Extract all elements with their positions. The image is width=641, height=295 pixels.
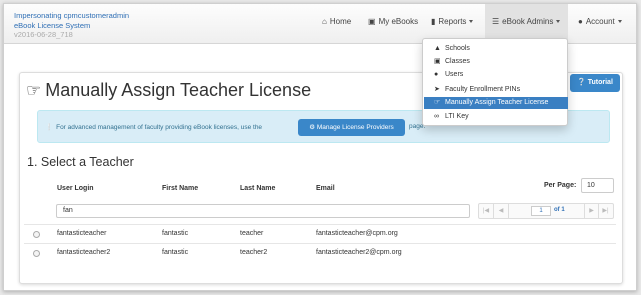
section-title: 1. Select a Teacher <box>27 155 134 169</box>
brand: Impersonating cpmcustomeradmin eBook Lic… <box>14 11 129 40</box>
menu-item-label: Classes <box>445 58 470 65</box>
menu-item-users[interactable]: ● Users <box>424 69 568 81</box>
tutorial-button[interactable]: ❔ Tutorial <box>570 74 620 92</box>
hand-pointer-icon: ☞ <box>26 81 42 100</box>
link-icon: ∞ <box>434 113 439 120</box>
page-count-label: of 1 <box>554 207 565 213</box>
browser-window: Impersonating cpmcustomeradmin eBook Lic… <box>3 3 637 291</box>
chevron-down-icon <box>556 20 561 24</box>
cell-last-name: teacher2 <box>240 249 268 256</box>
nav-my-ebooks[interactable]: ▣ My eBooks <box>368 17 418 26</box>
chevron-down-icon <box>469 20 474 24</box>
version-label: v2016-06-28_718 <box>14 30 73 39</box>
user-login-filter-input[interactable]: fan <box>56 204 470 218</box>
alert-message: ❕ For advanced management of faculty prov… <box>45 123 262 131</box>
cell-email: fantasticteacher@cpm.org <box>316 230 398 237</box>
column-header-first-name[interactable]: First Name <box>162 185 198 192</box>
nav-home[interactable]: ⌂ Home <box>322 17 351 26</box>
row-radio-button[interactable] <box>33 250 40 257</box>
per-page-input[interactable]: 10 <box>581 178 614 193</box>
user-icon: ● <box>578 17 583 26</box>
gear-icon: ⚙ <box>309 124 316 131</box>
chevron-down-icon <box>617 20 622 24</box>
info-icon: ❕ <box>45 124 54 131</box>
menu-item-schools[interactable]: ▲ Schools <box>424 43 568 55</box>
table-row[interactable]: fantasticteacher2 fantastic teacher2 fan… <box>24 243 616 263</box>
bar-chart-icon: ▮ <box>431 17 436 26</box>
nav-ebook-admins-label: eBook Admins <box>502 17 554 26</box>
menu-item-manually-assign-teacher-license[interactable]: ☞ Manually Assign Teacher License <box>424 97 568 109</box>
cell-user-login: fantasticteacher <box>57 230 107 237</box>
nav-account-label: Account <box>585 17 615 26</box>
menu-item-faculty-enrollment-pins[interactable]: ➤ Faculty Enrollment PINs <box>424 84 568 96</box>
nav-my-ebooks-label: My eBooks <box>378 17 419 26</box>
menu-item-label: Users <box>445 71 464 78</box>
table-row[interactable]: fantasticteacher fantastic teacher fanta… <box>24 224 616 244</box>
nav-account[interactable]: ● Account <box>578 17 622 26</box>
page-title: ☞ Manually Assign Teacher License <box>26 80 311 101</box>
column-header-user-login[interactable]: User Login <box>57 185 94 192</box>
menu-item-label: Manually Assign Teacher License <box>445 99 549 106</box>
book-icon: ▣ <box>368 17 376 26</box>
nav-reports-label: Reports <box>438 17 467 26</box>
book-icon: ▣ <box>434 58 441 65</box>
last-page-icon[interactable]: ▶| <box>598 204 613 218</box>
menu-item-lti-key[interactable]: ∞ LTI Key <box>424 111 568 123</box>
graduation-cap-icon: ▲ <box>434 45 441 52</box>
sign-in-icon: ➤ <box>434 86 440 93</box>
tutorial-label: Tutorial <box>587 79 613 86</box>
app-name[interactable]: eBook License System <box>14 21 129 31</box>
impersonation-link[interactable]: Impersonating cpmcustomeradmin <box>14 11 129 21</box>
home-icon: ⌂ <box>322 17 327 26</box>
menu-item-label: Faculty Enrollment PINs <box>445 86 521 93</box>
hand-pointer-icon: ☞ <box>434 99 441 106</box>
alert-text: For advanced management of faculty provi… <box>56 124 263 131</box>
nav-reports[interactable]: ▮ Reports <box>431 17 474 26</box>
pagination: |◀ ◀ 1 of 1 ▶ ▶| <box>478 203 614 219</box>
cell-first-name: fantastic <box>162 230 189 237</box>
user-icon: ● <box>434 71 439 78</box>
question-circle-icon: ❔ <box>577 79 586 86</box>
manage-license-providers-label: Manage License Providers <box>316 124 394 131</box>
column-header-last-name[interactable]: Last Name <box>240 185 275 192</box>
cell-email: fantasticteacher2@cpm.org <box>316 249 402 256</box>
menu-item-label: LTI Key <box>445 113 469 120</box>
nav-ebook-admins[interactable]: ☰ eBook Admins <box>492 17 561 26</box>
ebook-admins-dropdown-menu: ▲ Schools ▣ Classes ● Users ➤ Faculty Enroll… <box>422 38 568 126</box>
per-page-label: Per Page: <box>544 182 577 189</box>
cell-user-login: fantasticteacher2 <box>57 249 111 256</box>
column-header-email[interactable]: Email <box>316 185 335 192</box>
list-icon: ☰ <box>492 17 500 26</box>
screenshot-frame: Impersonating cpmcustomeradmin eBook Lic… <box>0 0 641 295</box>
page-number-input[interactable]: 1 <box>531 206 551 216</box>
cell-last-name: teacher <box>240 230 264 237</box>
row-radio-button[interactable] <box>33 231 40 238</box>
first-page-icon[interactable]: |◀ <box>479 204 494 218</box>
manage-license-providers-button[interactable]: ⚙ Manage License Providers <box>298 119 405 136</box>
menu-item-label: Schools <box>445 45 470 52</box>
next-page-icon[interactable]: ▶ <box>584 204 599 218</box>
prev-page-icon[interactable]: ◀ <box>494 204 509 218</box>
nav-home-label: Home <box>329 17 352 26</box>
menu-item-classes[interactable]: ▣ Classes <box>424 56 568 68</box>
cell-first-name: fantastic <box>162 249 189 256</box>
page-title-text: Manually Assign Teacher License <box>45 80 312 100</box>
